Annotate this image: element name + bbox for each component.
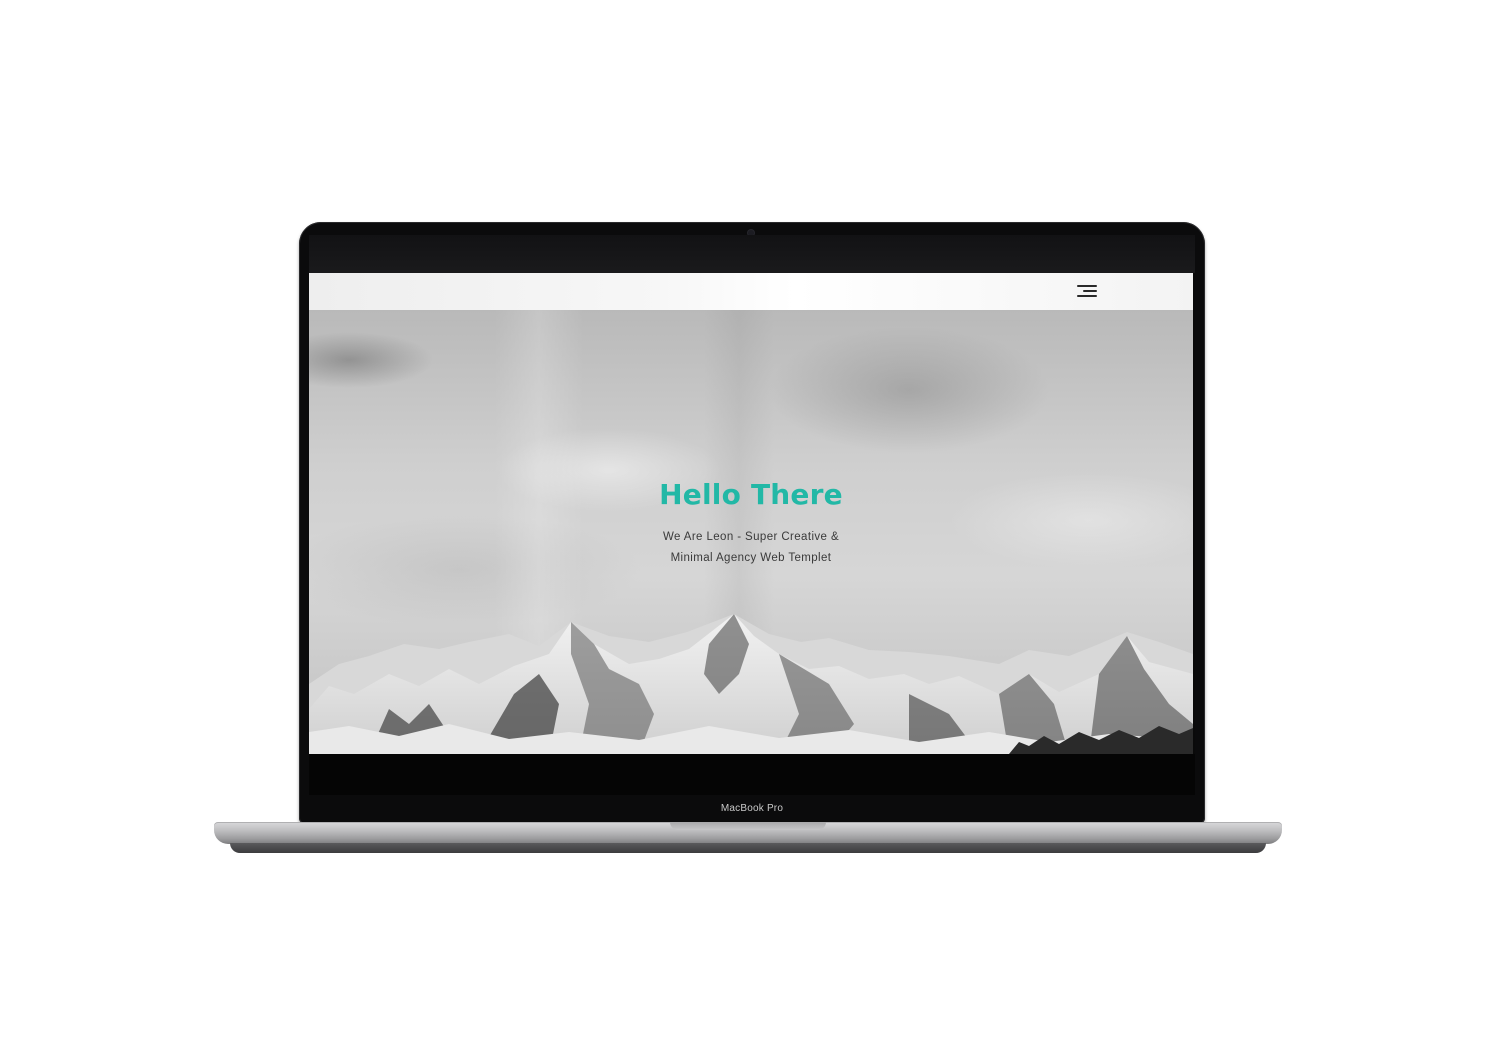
mountain-range-image: [309, 614, 1193, 754]
screen-bottom-band: [309, 754, 1195, 795]
mockup-stage: Hello There We Are Leon - Super Creative…: [0, 0, 1500, 1038]
device-label: MacBook Pro: [720, 803, 784, 814]
laptop-base-shadow: [230, 843, 1266, 853]
hero-section: Hello There We Are Leon - Super Creative…: [309, 310, 1193, 754]
laptop-base: [214, 822, 1282, 844]
hero-subtitle: We Are Leon - Super Creative & Minimal A…: [662, 531, 840, 564]
hamburger-menu-icon[interactable]: [1077, 284, 1097, 298]
hero-text: Hello There We Are Leon - Super Creative…: [309, 478, 1193, 569]
laptop-screen: Hello There We Are Leon - Super Creative…: [309, 235, 1195, 795]
website: Hello There We Are Leon - Super Creative…: [309, 273, 1193, 754]
site-header: [309, 273, 1193, 310]
screen-top-band: [309, 235, 1195, 273]
laptop-lid: Hello There We Are Leon - Super Creative…: [299, 222, 1205, 824]
hero-title: Hello There: [659, 478, 843, 511]
lid-opening-notch: [670, 822, 826, 830]
